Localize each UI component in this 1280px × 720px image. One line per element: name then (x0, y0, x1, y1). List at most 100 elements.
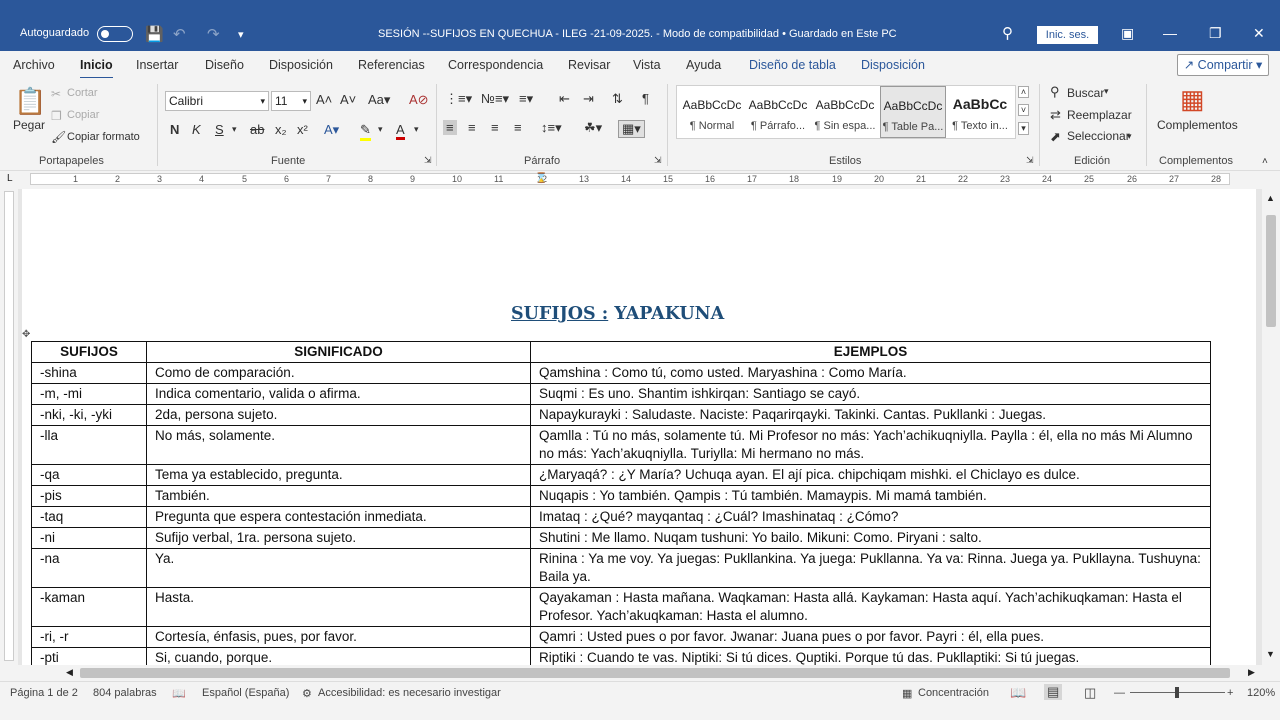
highlight-icon[interactable]: ✎ (360, 122, 371, 141)
cell-suffix[interactable]: -ri, -r (31, 626, 147, 648)
font-dialog-icon[interactable]: ⇲ (424, 155, 432, 166)
minimize-icon[interactable]: — (1163, 25, 1177, 41)
cell-suffix[interactable]: -m, -mi (31, 383, 147, 405)
cell-examples[interactable]: Shutini : Me llamo. Nuqam tushuni: Yo ba… (530, 527, 1211, 549)
cell-suffix[interactable]: -kaman (31, 587, 147, 627)
cell-examples[interactable]: Qamri : Usted pues o por favor. Jwanar: … (530, 626, 1211, 648)
sort-icon[interactable]: ⇅ (612, 91, 623, 107)
accessibility-icon[interactable]: ⚙ (302, 687, 312, 700)
table-move-handle-icon[interactable]: ✥ (22, 329, 30, 340)
format-painter-button[interactable]: Copiar formato (67, 131, 140, 143)
undo-icon[interactable]: ↶ (173, 25, 186, 43)
cell-suffix[interactable]: -na (31, 548, 147, 588)
cut-icon[interactable]: ✂ (51, 87, 61, 101)
copy-icon[interactable]: ❐ (51, 109, 62, 123)
find-icon[interactable]: ⚲ (1050, 84, 1060, 100)
word-count[interactable]: 804 palabras (93, 687, 157, 699)
replace-button[interactable]: Reemplazar (1067, 108, 1132, 122)
strikethrough-icon[interactable]: ab (250, 122, 264, 137)
line-spacing-icon[interactable]: ↕≡▾ (541, 120, 562, 136)
vertical-scroll-thumb[interactable] (1266, 215, 1276, 327)
print-layout-icon[interactable]: ▤ (1044, 684, 1063, 700)
cell-examples[interactable]: Nuqapis : Yo también. Qampis : Tú tambié… (530, 485, 1211, 507)
indent-marker-icon[interactable]: ⌛ (535, 173, 547, 184)
scroll-right-icon[interactable]: ▶ (1248, 667, 1255, 678)
cell-suffix[interactable]: -nki, -ki, -yki (31, 404, 147, 426)
search-icon[interactable]: ⚲ (1002, 24, 1013, 42)
tab-diseno[interactable]: Diseño (205, 58, 244, 72)
cell-examples[interactable]: ¿Maryaqá? : ¿Y María? Uchuqa ayan. El aj… (530, 464, 1211, 486)
tab-selector-icon[interactable]: L (7, 173, 13, 184)
superscript-icon[interactable]: x² (297, 122, 308, 137)
addins-icon[interactable]: ▦ (1180, 84, 1205, 115)
tab-inicio[interactable]: Inicio (80, 58, 113, 79)
style-texto-independiente[interactable]: AaBbCc ¶ Texto in... (947, 86, 1013, 138)
underline-icon[interactable]: S (215, 122, 224, 137)
increase-indent-icon[interactable]: ⇥ (583, 91, 594, 107)
styles-scroll-down-icon[interactable]: ˅ (1018, 104, 1029, 116)
align-left-icon[interactable]: ≡ (443, 120, 457, 135)
find-button[interactable]: Buscar (1067, 86, 1104, 100)
page-count[interactable]: Página 1 de 2 (10, 687, 78, 699)
ribbon-display-icon[interactable]: ▣ (1121, 25, 1134, 42)
tab-diseno-tabla[interactable]: Diseño de tabla (749, 58, 836, 72)
bold-icon[interactable]: N (170, 122, 179, 137)
cell-suffix[interactable]: -shina (31, 362, 147, 384)
horizontal-scrollbar[interactable]: ◀ ▶ (0, 665, 1280, 681)
borders-icon[interactable]: ▦▾ (618, 120, 645, 138)
style-parrafo[interactable]: AaBbCcDc ¶ Párrafo... (745, 86, 811, 138)
cell-suffix[interactable]: -qa (31, 464, 147, 486)
collapse-ribbon-icon[interactable]: ˄ (1262, 156, 1268, 167)
tab-disposicion[interactable]: Disposición (269, 58, 333, 72)
cell-examples[interactable]: Rinina : Ya me voy. Ya juegas: Pukllanki… (530, 548, 1211, 588)
font-size-select[interactable]: 11 ▾ (271, 91, 311, 111)
justify-icon[interactable]: ≡ (514, 120, 522, 135)
cell-meaning[interactable]: 2da, persona sujeto. (146, 404, 531, 426)
save-icon[interactable]: 💾 (145, 25, 164, 43)
styles-scroll-up-icon[interactable]: ˄ (1018, 86, 1029, 98)
cell-meaning[interactable]: También. (146, 485, 531, 507)
document-page[interactable]: ✥ SUFIJOS : YAPAKUNA SUFIJOS SIGNIFICADO… (22, 189, 1256, 669)
tab-referencias[interactable]: Referencias (358, 58, 425, 72)
cell-suffix[interactable]: -lla (31, 425, 147, 465)
cell-meaning[interactable]: Hasta. (146, 587, 531, 627)
zoom-level[interactable]: 120% (1247, 687, 1275, 699)
restore-icon[interactable]: ❐ (1209, 25, 1222, 42)
bullets-icon[interactable]: ⋮≡▾ (445, 91, 472, 107)
cell-suffix[interactable]: -ni (31, 527, 147, 549)
tab-correspondencia[interactable]: Correspondencia (448, 58, 543, 72)
paste-icon[interactable]: 📋 (14, 86, 46, 117)
font-family-select[interactable]: Calibri ▾ (165, 91, 269, 111)
focus-icon[interactable]: ▦ (902, 687, 912, 700)
sign-in-button[interactable]: Inic. ses. (1037, 26, 1098, 44)
tab-revisar[interactable]: Revisar (568, 58, 610, 72)
zoom-out-icon[interactable]: — (1114, 687, 1125, 699)
tab-disposicion-tabla[interactable]: Disposición (861, 58, 925, 72)
highlight-dropdown-icon[interactable]: ▾ (378, 124, 383, 135)
horizontal-scroll-thumb[interactable] (80, 668, 1230, 678)
scroll-down-icon[interactable]: ▼ (1266, 649, 1275, 659)
zoom-in-icon[interactable]: + (1227, 687, 1233, 699)
format-painter-icon[interactable]: 🖌 (51, 130, 66, 144)
font-color-icon[interactable]: A (396, 122, 405, 140)
paragraph-dialog-icon[interactable]: ⇲ (654, 155, 662, 166)
paste-button[interactable]: Pegar (13, 118, 45, 132)
numbering-icon[interactable]: №≡▾ (481, 91, 509, 107)
cut-button[interactable]: Cortar (67, 87, 98, 99)
read-mode-icon[interactable]: 📖 (1010, 685, 1026, 701)
style-sin-espaciado[interactable]: AaBbCcDc ¶ Sin espa... (812, 86, 878, 138)
customize-qat-icon[interactable]: ▾ (238, 28, 244, 41)
align-center-icon[interactable]: ≡ (468, 120, 476, 135)
zoom-slider-thumb[interactable] (1175, 687, 1179, 698)
clear-format-icon[interactable]: A⊘ (409, 92, 429, 108)
close-icon[interactable]: ✕ (1253, 25, 1265, 42)
cell-examples[interactable]: Napaykurayki : Saludaste. Naciste: Paqar… (530, 404, 1211, 426)
change-case-icon[interactable]: Aa▾ (368, 92, 390, 108)
focus-button[interactable]: Concentración (918, 687, 989, 699)
multilevel-list-icon[interactable]: ≡▾ (519, 91, 533, 107)
cell-examples[interactable]: Imataq : ¿Qué? mayqantaq : ¿Cuál? Imashi… (530, 506, 1211, 528)
cell-examples[interactable]: Qamshina : Como tú, como usted. Maryashi… (530, 362, 1211, 384)
vertical-ruler[interactable] (0, 189, 18, 665)
underline-dropdown-icon[interactable]: ▾ (232, 124, 237, 135)
web-layout-icon[interactable]: ◫ (1084, 685, 1096, 701)
